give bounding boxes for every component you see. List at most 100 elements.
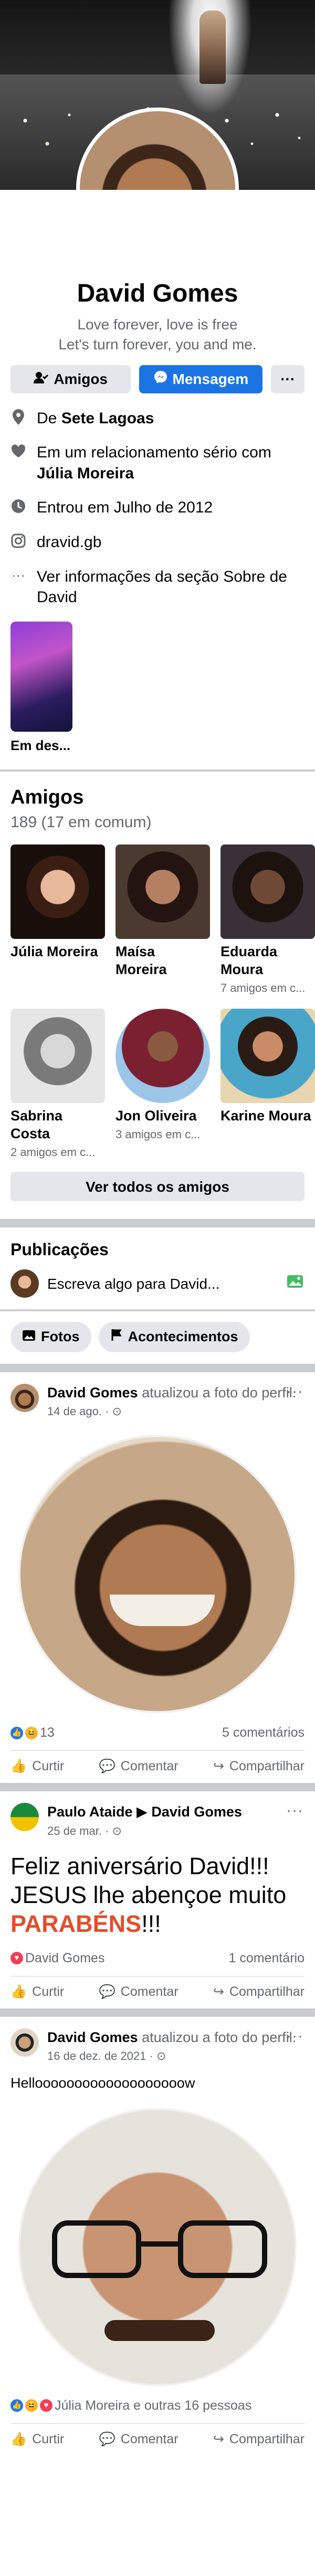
more-dots-icon: ··· (280, 371, 296, 388)
see-all-friends-button[interactable]: Ver todos os amigos (10, 1172, 304, 1202)
heart-icon (10, 442, 26, 460)
post-date[interactable]: 25 de mar. · (47, 1824, 112, 1837)
post-author[interactable]: Paulo Ataide (47, 1804, 133, 1820)
love-reaction-icon: ♥ (10, 1952, 23, 1965)
info-relationship-partner[interactable]: Júlia Moreira (37, 465, 134, 482)
share-button[interactable]: ↪ Compartilhar (213, 1984, 304, 2000)
post-arrow: ▶ (132, 1804, 152, 1820)
post-date[interactable]: 14 de ago. · (47, 1405, 112, 1418)
like-icon: 👍 (10, 1759, 27, 1774)
profile-name: David Gomes (77, 280, 238, 307)
info-city: De Sete Lagoas (10, 408, 304, 429)
friend-mutual: 3 amigos em c... (116, 1128, 201, 1141)
composer[interactable]: Escreva algo para David... (0, 1260, 315, 1309)
post-author[interactable]: David Gomes (47, 2029, 138, 2045)
friend-card[interactable]: Sabrina Costa 2 amigos em c... (10, 1009, 105, 1159)
photos-chip[interactable]: Fotos (10, 1322, 91, 1353)
post-menu-icon[interactable]: ··· (286, 2026, 303, 2046)
friend-photo (116, 1009, 210, 1104)
info-relationship: Em um relacionamento sério com Júlia Mor… (10, 442, 304, 484)
friend-photo (10, 1009, 105, 1104)
post-actions: 👍 Curtir 💬 Comentar ↪ Compartilhar (10, 1750, 304, 1783)
friend-name: Maísa Moreira (116, 944, 167, 977)
post-reactions[interactable]: 👍 😆 13 (10, 1725, 55, 1741)
composer-placeholder[interactable]: Escreva algo para David... (47, 1275, 278, 1293)
like-button[interactable]: 👍 Curtir (10, 1984, 64, 2000)
post-author[interactable]: David Gomes (47, 1385, 138, 1401)
friend-name: Eduarda Moura (220, 944, 278, 977)
share-button[interactable]: ↪ Compartilhar (213, 1758, 304, 1775)
share-label: Compartilhar (229, 1984, 304, 2000)
info-city-link[interactable]: Sete Lagoas (61, 410, 154, 427)
post-text-main: Feliz aniversário David!!! JESUS lhe abe… (10, 1853, 287, 1909)
post-menu-icon[interactable]: ··· (286, 1801, 303, 1821)
post-reactions[interactable]: 👍 😆 ♥ Júlia Moreira e outras 16 pessoas (10, 2398, 251, 2414)
post-text: Feliz aniversário David!!! JESUS lhe abe… (0, 1839, 315, 1939)
like-button[interactable]: 👍 Curtir (10, 1758, 64, 1775)
photos-icon (22, 1328, 36, 1346)
composer-avatar (10, 1269, 39, 1298)
info-city-text: De Sete Lagoas (37, 408, 154, 429)
post-target[interactable]: David Gomes (151, 1804, 242, 1820)
post-date[interactable]: 16 de dez. de 2021 · (47, 2049, 156, 2062)
comment-icon: 💬 (99, 2431, 116, 2446)
more-button[interactable]: ··· (271, 365, 304, 393)
message-button[interactable]: Mensagem (139, 365, 263, 393)
friend-card[interactable]: Júlia Moreira (10, 845, 105, 995)
haha-reaction-icon: 😆 (25, 2399, 38, 2412)
divider (0, 1219, 315, 1228)
cover-singer (200, 10, 226, 84)
post-action: atualizou a foto do perfil. (138, 1385, 297, 1401)
bio-line-1: Love forever, love is free (77, 316, 238, 333)
share-button[interactable]: ↪ Compartilhar (213, 2431, 304, 2447)
post-author-avatar[interactable] (10, 1803, 39, 1832)
info-instagram[interactable]: dravid.gb (10, 532, 304, 553)
post-caption: Hellooooooooooooooooooow (10, 2075, 195, 2091)
friend-card[interactable]: Karine Moura (220, 1009, 315, 1159)
post-author-avatar[interactable] (10, 2028, 39, 2057)
comment-count[interactable]: 5 comentários (222, 1725, 304, 1741)
friend-card[interactable]: Jon Oliveira 3 amigos em c... (116, 1009, 210, 1159)
friends-button[interactable]: Amigos (10, 365, 131, 393)
cover-photo[interactable] (0, 0, 315, 190)
post-1: David Gomes atualizou a foto do perfil. … (0, 1372, 315, 1783)
post-photo[interactable] (18, 2108, 297, 2386)
photo-icon[interactable] (287, 1274, 304, 1294)
info-joined: Entrou em Julho de 2012 (10, 497, 304, 518)
glasses-left (52, 2220, 141, 2278)
post-photo[interactable] (18, 1435, 297, 1713)
like-label: Curtir (32, 1984, 65, 2000)
friend-name: Jon Oliveira (116, 1108, 197, 1124)
post-action: atualizou a foto do perfil. (138, 2029, 297, 2046)
comment-button[interactable]: 💬 Comentar (99, 1984, 178, 2000)
friends-title: Amigos (10, 786, 84, 809)
post-menu-icon[interactable]: ··· (286, 1382, 303, 1402)
comment-button[interactable]: 💬 Comentar (99, 1758, 178, 1775)
post-author-avatar[interactable] (10, 1384, 39, 1413)
info-see-about[interactable]: ··· Ver informações da seção Sobre de Da… (10, 566, 304, 608)
comment-count[interactable]: 1 comentário (228, 1950, 304, 1966)
like-label: Curtir (32, 1759, 65, 1774)
featured-thumbnail (10, 621, 72, 732)
comment-button[interactable]: 💬 Comentar (99, 2431, 178, 2447)
post-reactions[interactable]: ♥ David Gomes (10, 1950, 104, 1966)
events-chip[interactable]: Acontecimentos (98, 1322, 250, 1353)
post-3: David Gomes atualizou a foto do perfil. … (0, 2017, 315, 2456)
share-icon: ↪ (213, 1984, 224, 2000)
like-icon: 👍 (10, 1984, 27, 2000)
post-header-text: David Gomes atualizou a foto do perfil. … (47, 1384, 304, 1419)
friend-card[interactable]: Maísa Moreira (116, 845, 210, 995)
globe-icon: ⊙ (156, 2049, 166, 2063)
featured-story[interactable]: Em des... (10, 621, 72, 754)
love-reaction-icon: ♥ (40, 2399, 52, 2412)
like-button[interactable]: 👍 Curtir (10, 2431, 64, 2447)
reaction-count: 13 (40, 1725, 55, 1740)
comment-label: Comentar (120, 1984, 178, 2000)
glasses-right (178, 2220, 267, 2278)
friends-button-label: Amigos (54, 371, 108, 388)
post-actions: 👍 Curtir 💬 Comentar ↪ Compartilhar (10, 1976, 304, 2008)
friend-card[interactable]: Eduarda Moura 7 amigos em c... (220, 845, 315, 995)
featured-label: Em des... (10, 737, 71, 753)
haha-reaction-icon: 😆 (25, 1726, 38, 1739)
divider (0, 1364, 315, 1373)
